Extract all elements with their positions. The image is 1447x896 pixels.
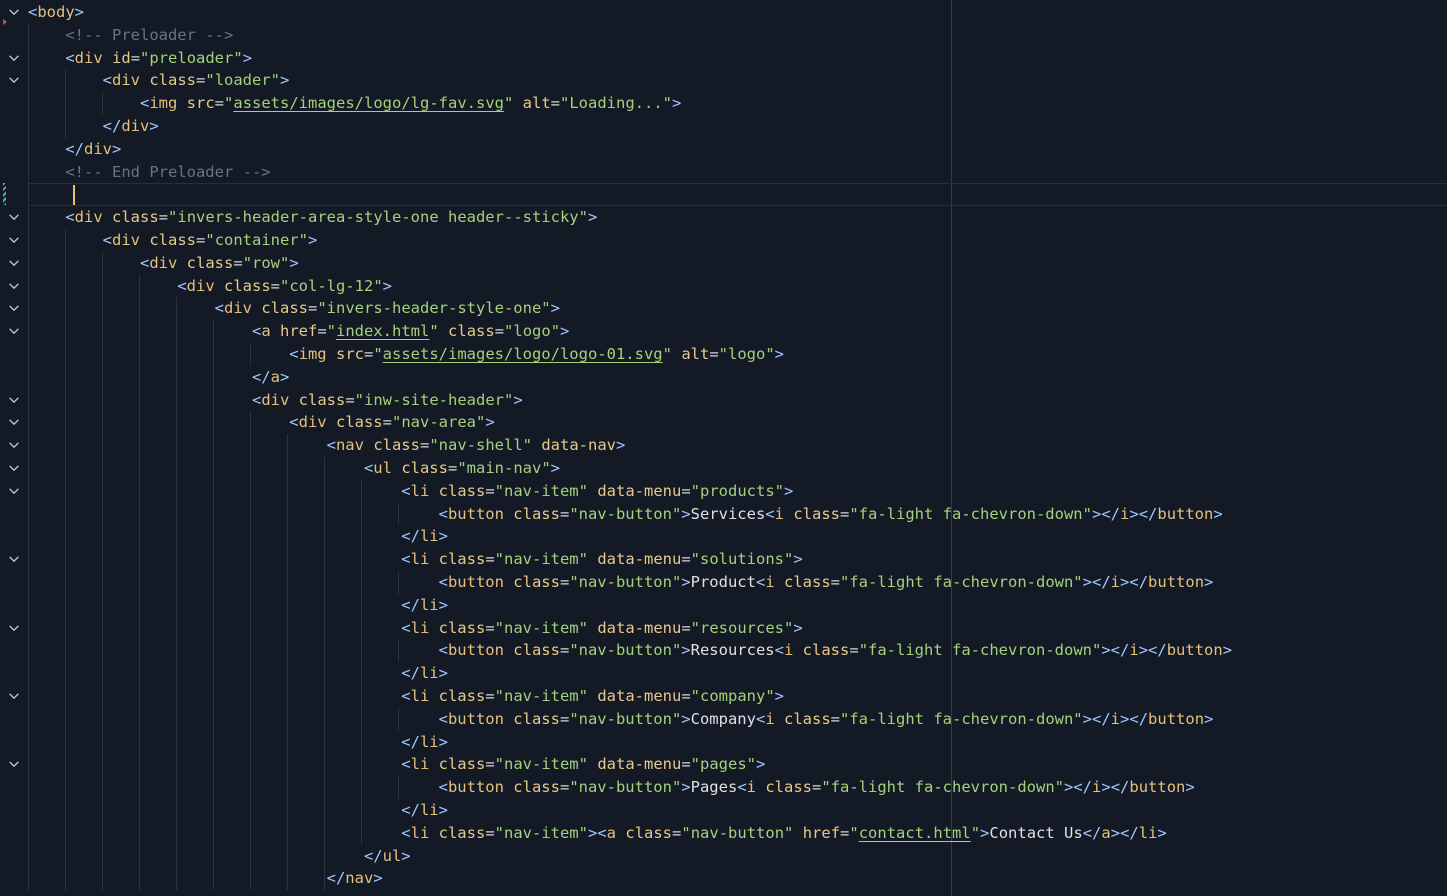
code-line[interactable]: <!-- End Preloader -->	[28, 161, 270, 184]
code-line[interactable]: </li>	[28, 799, 448, 822]
code-line[interactable]: <div class="row">	[28, 252, 299, 275]
chevron-down-icon[interactable]	[6, 551, 22, 567]
code-line[interactable]: <div class="loader">	[28, 69, 290, 92]
code-line[interactable]: <div class="nav-area">	[28, 411, 494, 434]
code-line[interactable]: <nav class="nav-shell" data-nav>	[28, 434, 626, 457]
code-line[interactable]: <button class="nav-button">Product<i cla…	[28, 571, 1214, 594]
code-line[interactable]: <li class="nav-item" data-menu="products…	[28, 480, 793, 503]
code-line[interactable]: <div class="container">	[28, 229, 318, 252]
chevron-down-icon[interactable]	[6, 300, 22, 316]
code-line[interactable]: <div class="invers-header-style-one">	[28, 297, 560, 320]
chevron-down-icon[interactable]	[6, 72, 22, 88]
code-line[interactable]: <button class="nav-button">Company<i cla…	[28, 708, 1214, 731]
code-line[interactable]: </li>	[28, 594, 448, 617]
chevron-down-icon[interactable]	[6, 392, 22, 408]
code-line[interactable]: </li>	[28, 731, 448, 754]
code-editor[interactable]: <body> <!-- Preloader --> <div id="prelo…	[0, 0, 1447, 896]
code-line[interactable]: </ul>	[28, 845, 411, 868]
code-line[interactable]: <body>	[28, 1, 84, 24]
chevron-down-icon[interactable]	[6, 209, 22, 225]
code-line[interactable]: <li class="nav-item" data-menu="solution…	[28, 548, 802, 571]
chevron-down-icon[interactable]	[6, 483, 22, 499]
code-line[interactable]: </li>	[28, 525, 448, 548]
chevron-down-icon[interactable]	[6, 50, 22, 66]
code-line[interactable]: <img src="assets/images/logo/lg-fav.svg"…	[28, 92, 681, 115]
chevron-down-icon[interactable]	[6, 323, 22, 339]
code-line[interactable]: </nav>	[28, 867, 383, 890]
code-line[interactable]: <li class="nav-item" data-menu="resource…	[28, 617, 802, 640]
column-ruler	[951, 0, 952, 896]
code-line[interactable]	[28, 183, 1447, 207]
code-line[interactable]: <a href="index.html" class="logo">	[28, 320, 569, 343]
code-line[interactable]: <button class="nav-button">Services<i cl…	[28, 503, 1223, 526]
code-line[interactable]: <li class="nav-item"><a class="nav-butto…	[28, 822, 1166, 845]
code-line[interactable]: <img src="assets/images/logo/logo-01.svg…	[28, 343, 784, 366]
code-line[interactable]: <div class="col-lg-12">	[28, 275, 392, 298]
code-line[interactable]: </li>	[28, 662, 448, 685]
chevron-down-icon[interactable]	[6, 278, 22, 294]
code-line[interactable]: <button class="nav-button">Pages<i class…	[28, 776, 1195, 799]
code-line[interactable]: <div class="inw-site-header">	[28, 389, 523, 412]
modified-line-marker	[3, 183, 6, 205]
code-line[interactable]: </div>	[28, 138, 121, 161]
code-line[interactable]: </div>	[28, 115, 159, 138]
code-line[interactable]: <li class="nav-item" data-menu="pages">	[28, 753, 765, 776]
code-line[interactable]: </a>	[28, 366, 289, 389]
chevron-down-icon[interactable]	[6, 255, 22, 271]
chevron-down-icon[interactable]	[6, 232, 22, 248]
chevron-down-icon[interactable]	[6, 414, 22, 430]
code-line[interactable]: <ul class="main-nav">	[28, 457, 560, 480]
code-line[interactable]: <button class="nav-button">Resources<i c…	[28, 639, 1232, 662]
code-line[interactable]: <li class="nav-item" data-menu="company"…	[28, 685, 784, 708]
text-cursor	[73, 185, 75, 205]
code-line[interactable]: <!-- Preloader -->	[28, 24, 233, 47]
chevron-down-icon[interactable]	[6, 688, 22, 704]
chevron-down-icon[interactable]	[6, 620, 22, 636]
editor-gutter	[0, 0, 28, 896]
chevron-down-icon[interactable]	[6, 756, 22, 772]
chevron-down-icon[interactable]	[6, 4, 22, 20]
code-line[interactable]: <div id="preloader">	[28, 47, 252, 70]
code-line[interactable]: <div class="invers-header-area-style-one…	[28, 206, 597, 229]
chevron-down-icon[interactable]	[6, 437, 22, 453]
chevron-down-icon[interactable]	[6, 460, 22, 476]
